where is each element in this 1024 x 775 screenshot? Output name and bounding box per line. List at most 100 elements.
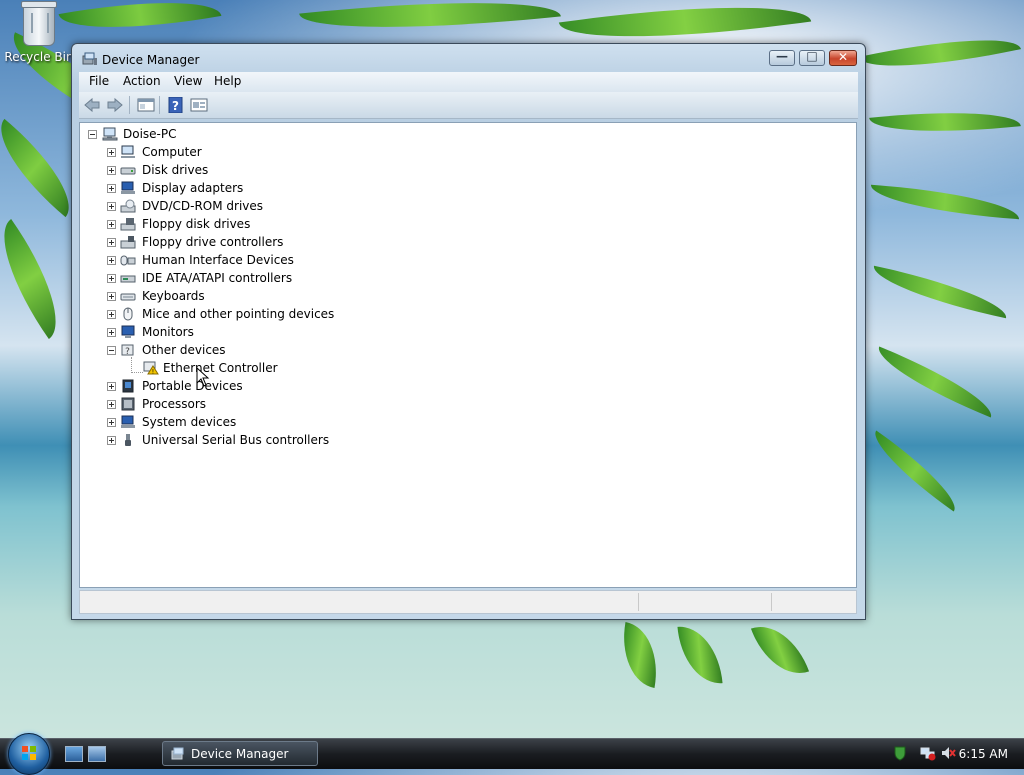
toolbar-separator xyxy=(129,96,130,114)
tree-category-label: Mice and other pointing devices xyxy=(142,307,335,321)
tree-category-label: Processors xyxy=(142,397,207,411)
expand-toggle[interactable] xyxy=(107,184,116,193)
tree-category-label: System devices xyxy=(142,415,237,429)
device-panel-icon[interactable] xyxy=(190,97,208,113)
close-icon: ✕ xyxy=(837,50,849,64)
close-button[interactable]: ✕ xyxy=(829,50,857,66)
dvd-drive-icon xyxy=(120,199,136,213)
window-title: Device Manager xyxy=(102,53,200,67)
tree-root-label: Doise-PC xyxy=(123,127,177,141)
tree-category[interactable]: DVD/CD-ROM drives xyxy=(105,197,365,215)
expand-toggle[interactable] xyxy=(107,238,116,247)
mouse-icon xyxy=(123,307,133,321)
expand-toggle[interactable] xyxy=(107,436,116,445)
tree-line xyxy=(131,357,132,373)
expand-toggle[interactable] xyxy=(107,328,116,337)
taskbar-device-manager-button[interactable]: Device Manager xyxy=(162,741,318,766)
computer-icon xyxy=(121,145,135,158)
forward-icon[interactable] xyxy=(106,97,124,113)
title-bar[interactable]: Device Manager — □ ✕ xyxy=(72,44,865,74)
collapse-toggle[interactable] xyxy=(107,346,116,355)
portable-device-icon xyxy=(122,379,134,393)
tree-category-label: Monitors xyxy=(142,325,194,339)
clock: 6:15 AM xyxy=(958,747,1008,761)
svg-text:!: ! xyxy=(152,369,154,376)
taskbar-button-label: Device Manager xyxy=(191,747,289,761)
network-disconnected-icon[interactable] xyxy=(920,745,936,761)
tree-category[interactable]: Monitors xyxy=(105,323,365,341)
system-device-icon xyxy=(121,415,135,428)
tree-category-label: Human Interface Devices xyxy=(142,253,294,267)
usb-icon xyxy=(125,434,131,446)
expand-toggle[interactable] xyxy=(107,274,116,283)
tree-category-label: Floppy disk drives xyxy=(142,217,251,231)
expand-toggle[interactable] xyxy=(107,418,116,427)
expand-toggle[interactable] xyxy=(107,148,116,157)
toolbar: ? xyxy=(79,92,858,119)
minimize-button[interactable]: — xyxy=(769,49,795,66)
tree-category[interactable]: Computer xyxy=(105,143,365,161)
tree-category[interactable]: Floppy disk drives xyxy=(105,215,365,233)
display-adapter-icon xyxy=(121,181,135,194)
expand-toggle[interactable] xyxy=(107,220,116,229)
device-tree-view[interactable]: Doise-PC Computer Disk drives Display adap… xyxy=(79,122,857,588)
tree-category[interactable]: Universal Serial Bus controllers xyxy=(105,431,365,449)
warning-device-icon: ! xyxy=(143,361,159,375)
tree-category[interactable]: Human Interface Devices xyxy=(105,251,365,269)
expand-toggle[interactable] xyxy=(107,310,116,319)
expand-toggle[interactable] xyxy=(107,292,116,301)
tree-category-label: Keyboards xyxy=(142,289,205,303)
tree-category[interactable]: Mice and other pointing devices xyxy=(105,305,365,323)
tree-category-label: Disk drives xyxy=(142,163,209,177)
device-manager-icon xyxy=(171,747,184,760)
status-divider xyxy=(638,593,639,611)
monitor-icon xyxy=(121,325,135,338)
device-manager-window: Device Manager — □ ✕ File Action View He… xyxy=(71,43,866,620)
tree-category-label: DVD/CD-ROM drives xyxy=(142,199,264,213)
recycle-bin-desktop-icon[interactable]: Recycle Bin xyxy=(4,1,74,64)
tree-category[interactable]: Display adapters xyxy=(105,179,365,197)
back-icon[interactable] xyxy=(83,97,101,113)
device-manager-icon xyxy=(82,52,97,65)
tree-category-label: Floppy drive controllers xyxy=(142,235,284,249)
expand-toggle[interactable] xyxy=(107,202,116,211)
menu-view[interactable]: View xyxy=(174,74,202,88)
show-desktop-icon[interactable] xyxy=(65,746,83,762)
tree-category[interactable]: Floppy drive controllers xyxy=(105,233,365,251)
help-icon[interactable]: ? xyxy=(167,97,185,113)
tree-category[interactable]: IDE ATA/ATAPI controllers xyxy=(105,269,365,287)
tree-category-label: Other devices xyxy=(142,343,226,357)
maximize-button[interactable]: □ xyxy=(799,49,825,66)
other-devices-icon: ? xyxy=(121,344,134,357)
tree-category[interactable]: Portable Devices xyxy=(105,377,365,395)
system-tray: 6:15 AM xyxy=(884,739,1024,769)
hid-icon xyxy=(120,255,136,266)
switch-windows-icon[interactable] xyxy=(88,746,106,762)
tree-category[interactable]: Processors xyxy=(105,395,365,413)
collapse-toggle[interactable] xyxy=(88,130,97,139)
expand-toggle[interactable] xyxy=(107,166,116,175)
tree-category[interactable]: System devices xyxy=(105,413,365,431)
volume-muted-icon[interactable] xyxy=(940,745,956,761)
properties-view-icon[interactable] xyxy=(137,97,155,113)
tree-category[interactable]: Disk drives xyxy=(105,161,365,179)
menu-file[interactable]: File xyxy=(89,74,109,88)
toolbar-separator xyxy=(159,96,160,114)
tree-category-label: Universal Serial Bus controllers xyxy=(142,433,330,447)
expand-toggle[interactable] xyxy=(107,382,116,391)
start-button[interactable] xyxy=(8,733,50,775)
tree-category[interactable]: ? Other devices xyxy=(105,341,365,359)
ide-controller-icon xyxy=(120,275,136,283)
menu-action[interactable]: Action xyxy=(123,74,161,88)
tree-category[interactable]: Keyboards xyxy=(105,287,365,305)
computer-root-icon xyxy=(102,127,118,141)
menu-bar: File Action View Help xyxy=(79,72,858,92)
expand-toggle[interactable] xyxy=(107,400,116,409)
disk-drive-icon xyxy=(120,167,136,175)
tree-root[interactable]: Doise-PC xyxy=(86,125,286,143)
expand-toggle[interactable] xyxy=(107,256,116,265)
update-shield-icon[interactable] xyxy=(892,745,908,761)
tree-device[interactable]: ! Ethernet Controller xyxy=(143,359,343,377)
menu-help[interactable]: Help xyxy=(214,74,241,88)
tree-category-label: Display adapters xyxy=(142,181,244,195)
